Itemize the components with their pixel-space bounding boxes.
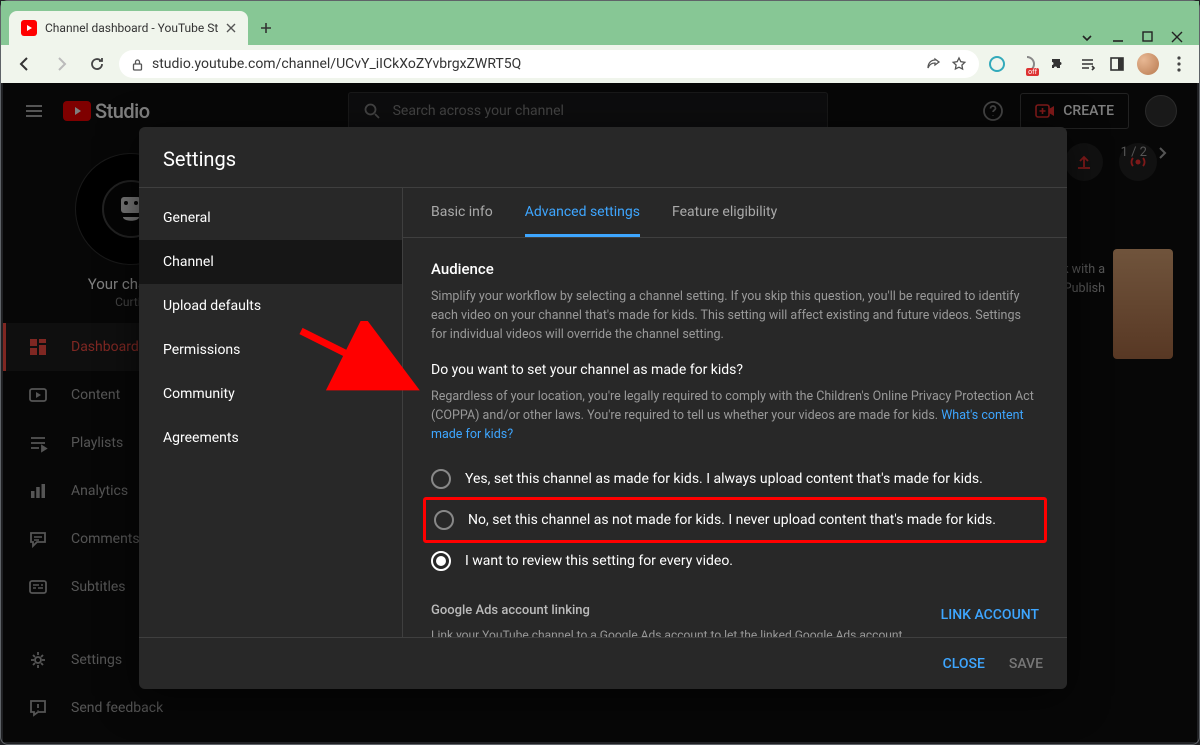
highlight-annotation: No, set this channel as not made for kid… <box>423 497 1047 543</box>
audience-heading: Audience <box>431 260 1039 278</box>
settings-content: Audience Simplify your workflow by selec… <box>403 238 1067 637</box>
link-account-button[interactable]: LINK ACCOUNT <box>941 603 1039 627</box>
forward-button[interactable] <box>47 50 75 78</box>
reload-button[interactable] <box>83 50 111 78</box>
window-controls <box>1080 25 1199 45</box>
tab-close-icon[interactable] <box>226 23 236 33</box>
modal-title: Settings <box>139 127 1067 187</box>
menu-dots-icon[interactable] <box>1169 54 1189 74</box>
chevron-down-icon[interactable] <box>1080 31 1094 45</box>
extension-icon-gmail[interactable] <box>987 54 1007 74</box>
browser-toolbar: studio.youtube.com/channel/UCvY_iICkXoZY… <box>1 45 1199 83</box>
extension-icons: off <box>987 53 1189 75</box>
radio-label: I want to review this setting for every … <box>465 553 733 569</box>
youtube-favicon <box>21 20 37 36</box>
tab-advanced-settings[interactable]: Advanced settings <box>525 204 640 237</box>
radio-icon <box>431 469 451 489</box>
audience-description: Simplify your workflow by selecting a ch… <box>431 288 1039 344</box>
radio-icon-checked <box>431 551 451 571</box>
settings-tabs: Basic info Advanced settings Feature eli… <box>403 188 1067 238</box>
lock-icon <box>131 58 144 71</box>
extensions-puzzle-icon[interactable] <box>1047 54 1067 74</box>
close-button[interactable]: CLOSE <box>943 656 985 672</box>
back-button[interactable] <box>11 50 39 78</box>
ads-heading: Google Ads account linking <box>431 603 911 618</box>
radio-yes-kids[interactable]: Yes, set this channel as made for kids. … <box>431 463 1039 495</box>
radio-label: No, set this channel as not made for kid… <box>468 512 996 528</box>
category-permissions[interactable]: Permissions <box>139 328 402 372</box>
ads-description: Link your YouTube channel to a Google Ad… <box>431 626 911 638</box>
share-icon[interactable] <box>925 56 941 72</box>
category-agreements[interactable]: Agreements <box>139 416 402 460</box>
profile-avatar[interactable] <box>1137 53 1159 75</box>
save-button[interactable]: SAVE <box>1009 656 1043 672</box>
address-bar[interactable]: studio.youtube.com/channel/UCvY_iICkXoZY… <box>119 50 979 78</box>
tab-basic-info[interactable]: Basic info <box>431 204 493 237</box>
category-upload-defaults[interactable]: Upload defaults <box>139 284 402 328</box>
radio-review-each[interactable]: I want to review this setting for every … <box>431 545 1039 577</box>
settings-modal: Settings General Channel Upload defaults… <box>139 127 1067 689</box>
reading-list-icon[interactable] <box>1077 54 1097 74</box>
radio-label: Yes, set this channel as made for kids. … <box>465 471 983 487</box>
radio-no-kids[interactable]: No, set this channel as not made for kid… <box>434 504 1036 536</box>
category-community[interactable]: Community <box>139 372 402 416</box>
radio-icon <box>434 510 454 530</box>
audience-question: Do you want to set your channel as made … <box>431 362 1039 378</box>
side-panel-icon[interactable] <box>1107 54 1127 74</box>
minimize-icon[interactable] <box>1112 31 1124 43</box>
maximize-icon[interactable] <box>1142 31 1153 42</box>
audience-legal: Regardless of your location, you're lega… <box>431 388 1039 444</box>
bookmark-star-icon[interactable] <box>951 56 967 72</box>
window-titlebar: Channel dashboard - YouTube St <box>1 1 1199 45</box>
tab-title: Channel dashboard - YouTube St <box>45 21 218 35</box>
browser-tab[interactable]: Channel dashboard - YouTube St <box>9 11 248 45</box>
extension-icon-off[interactable]: off <box>1017 54 1037 74</box>
modal-footer: CLOSE SAVE <box>139 637 1067 689</box>
url-text: studio.youtube.com/channel/UCvY_iICkXoZY… <box>152 56 521 72</box>
settings-categories: General Channel Upload defaults Permissi… <box>139 188 403 637</box>
category-general[interactable]: General <box>139 196 402 240</box>
tab-feature-eligibility[interactable]: Feature eligibility <box>672 204 777 237</box>
close-window-icon[interactable] <box>1171 31 1183 43</box>
category-channel[interactable]: Channel <box>139 240 402 284</box>
new-tab-button[interactable] <box>252 14 280 42</box>
